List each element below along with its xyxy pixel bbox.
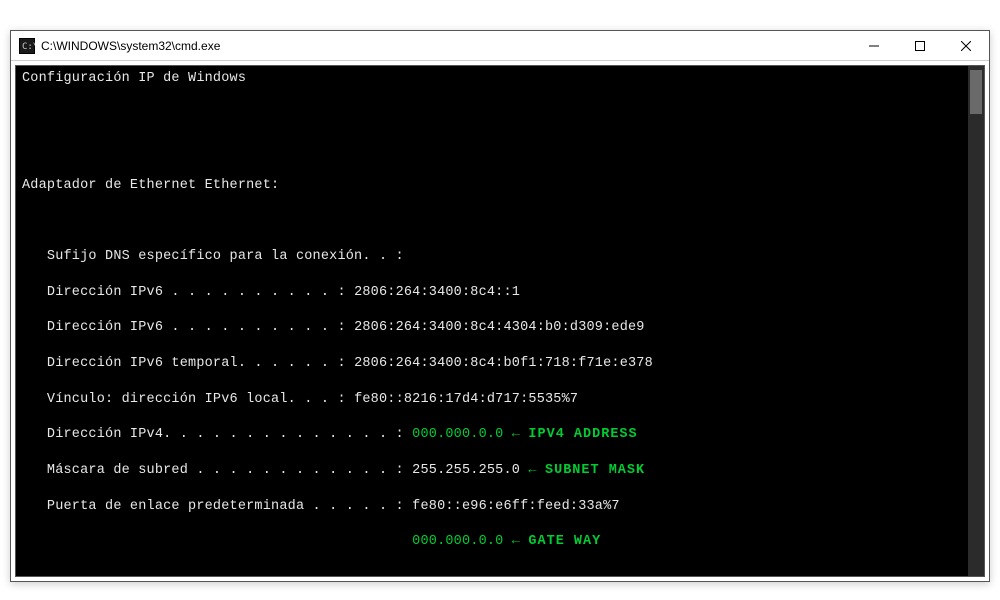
- gateway-line-2: 000.000.0.0 ← GATE WAY: [22, 533, 978, 551]
- ipv6-link-line: Vínculo: dirección IPv6 local. . . : fe8…: [22, 391, 978, 409]
- vertical-scrollbar[interactable]: [968, 66, 984, 576]
- arrow-icon: ←: [504, 534, 529, 549]
- cmd-window: C:\ C:\WINDOWS\system32\cmd.exe Configur…: [10, 30, 990, 582]
- ipv4-annotation: IPV4 ADDRESS: [528, 427, 637, 442]
- ipconfig-heading: Configuración IP de Windows: [22, 70, 978, 88]
- arrow-icon: ←: [520, 463, 545, 478]
- arrow-icon: ←: [504, 427, 529, 442]
- subnet-value: 255.255.255.0: [412, 463, 520, 478]
- ipv6-temp-value: 2806:264:3400:8c4:b0f1:718:f71e:e378: [354, 356, 653, 371]
- console-area: Configuración IP de Windows Adaptador de…: [15, 65, 985, 577]
- ipv6-line-2: Dirección IPv6 . . . . . . . . . . : 280…: [22, 319, 978, 337]
- ipv6-value-2: 2806:264:3400:8c4:4304:b0:d309:ede9: [354, 320, 645, 335]
- adapter-ethernet-title: Adaptador de Ethernet Ethernet:: [22, 177, 978, 195]
- titlebar[interactable]: C:\ C:\WINDOWS\system32\cmd.exe: [11, 31, 989, 61]
- gateway-value-ipv6: fe80::e96:e6ff:feed:33a%7: [412, 499, 620, 514]
- ipv6-temp-line: Dirección IPv6 temporal. . . . . . : 280…: [22, 355, 978, 373]
- gateway-annotation: GATE WAY: [528, 534, 601, 549]
- scrollbar-thumb[interactable]: [970, 70, 982, 114]
- cmd-icon: C:\: [19, 38, 35, 54]
- console-output[interactable]: Configuración IP de Windows Adaptador de…: [16, 66, 984, 576]
- ipv6-link-value: fe80::8216:17d4:d717:5535%7: [354, 392, 578, 407]
- window-controls: [851, 31, 989, 60]
- ipv6-line-1: Dirección IPv6 . . . . . . . . . . : 280…: [22, 284, 978, 302]
- close-button[interactable]: [943, 31, 989, 60]
- gateway-line: Puerta de enlace predeterminada . . . . …: [22, 498, 978, 516]
- window-title: C:\WINDOWS\system32\cmd.exe: [41, 39, 851, 53]
- minimize-button[interactable]: [851, 31, 897, 60]
- ipv4-value: 000.000.0.0: [412, 427, 503, 442]
- svg-text:C:\: C:\: [22, 42, 35, 52]
- ipv6-value-1: 2806:264:3400:8c4::1: [354, 285, 520, 300]
- ipv4-line: Dirección IPv4. . . . . . . . . . . . . …: [22, 426, 978, 444]
- subnet-line: Máscara de subred . . . . . . . . . . . …: [22, 462, 978, 480]
- dns-suffix-line: Sufijo DNS específico para la conexión. …: [22, 248, 978, 266]
- gateway-value-ipv4: 000.000.0.0: [412, 534, 503, 549]
- subnet-annotation: SUBNET MASK: [545, 463, 645, 478]
- maximize-button[interactable]: [897, 31, 943, 60]
